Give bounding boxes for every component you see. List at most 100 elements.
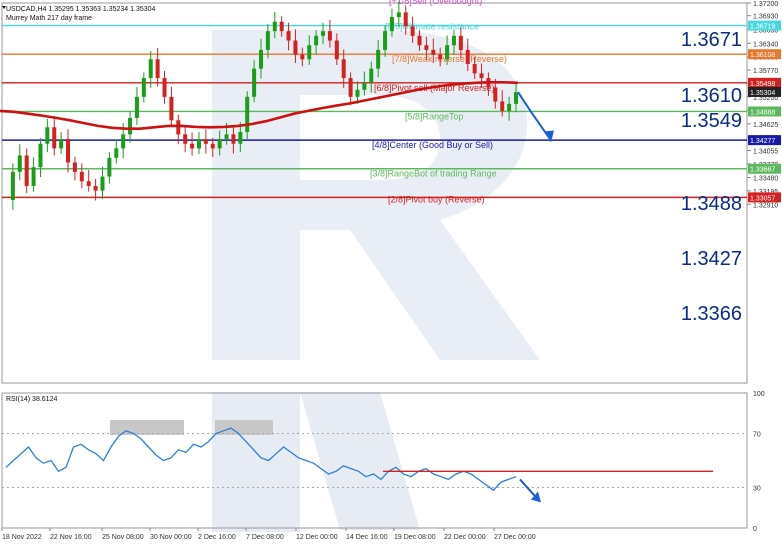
candle-body [59,139,64,149]
candle-body [24,155,29,186]
candle-body [162,78,167,97]
chart-svg: 1.372001.369301.366301.363401.360551.357… [0,0,781,541]
candle-body [362,82,367,90]
candle-body [217,139,222,149]
candle-body [514,92,518,104]
candle-body [507,103,512,111]
y-tick-label: 1.36930 [753,14,778,21]
overlay-level-2: 1.3610 [680,85,742,107]
candle-body [396,12,401,18]
candle-body [417,35,422,46]
candle-body [369,68,374,83]
candle-body [93,185,98,191]
murrey-top-label: [+1/8]Sell (Overbought) [389,0,482,6]
watermark-logo [300,392,420,530]
x-tick-label: 22 Dec 00:00 [444,534,486,541]
rsi-title: RSI(14) 38.6124 [6,396,57,403]
candle-body [293,40,298,55]
candle-body [238,132,243,144]
murrey-price-label: 1.33667 [750,167,775,174]
candle-body [190,143,195,149]
candle-body [203,139,208,144]
candle-body [389,17,394,32]
rsi-highlight-block [110,420,184,435]
x-tick-label: 25 Nov 08:00 [102,534,144,541]
murrey-level-label: [2/8]Pivot buy (Reverse) [388,194,485,204]
candle-body [72,162,77,172]
murrey-price-label: 1.34888 [750,109,775,116]
candle-body [31,167,36,186]
overlay-level-4: 1.3488 [680,193,742,215]
candle-body [155,59,160,79]
candle-body [403,12,408,27]
candle-body [355,89,360,97]
candle-body [231,134,236,144]
candle-body [17,155,22,172]
x-tick-label: 18 Nov 2022 [2,534,42,541]
x-tick-label: 30 Nov 00:00 [150,534,192,541]
candle-body [458,35,463,50]
candle-body [383,31,388,50]
candle-body [307,45,312,60]
candle-body [10,171,15,201]
y-tick-label: 1.33480 [753,176,778,183]
candle-body [121,134,126,149]
overlay-level-3: 1.3549 [680,110,742,132]
candle-body [148,59,153,79]
candle-body [259,49,263,69]
overlay-level-1: 1.3671 [680,29,742,51]
overlay-level-5: 1.3427 [680,248,742,270]
candle-body [493,87,498,102]
candle-body [314,35,319,46]
rsi-highlight-block [215,420,273,435]
candle-body [66,139,71,163]
candle-body [176,120,181,135]
candle-body [107,157,112,177]
watermark-logo [212,30,540,360]
rsi-tick-label: 0 [753,526,757,533]
candle-body [141,78,146,97]
candle-body [279,21,284,32]
candle-body [424,45,429,50]
current-price-label: 1.35304 [750,90,775,97]
murrey-price-label: 1.33057 [750,195,775,202]
x-tick-label: 12 Dec 00:00 [296,534,338,541]
candle-body [134,96,139,118]
candle-body [128,117,133,135]
x-tick-label: 14 Dec 16:00 [346,534,388,541]
candle-body [334,40,339,60]
candle-body [196,139,201,149]
y-tick-label: 1.34625 [753,122,778,129]
candle-body [445,45,450,60]
rsi-tick-label: 100 [753,391,765,398]
watermark-logo [212,392,300,532]
candle-body [114,148,119,158]
rsi-forecast-arrow [519,478,538,499]
candle-body [431,49,436,55]
candle-body [224,134,229,140]
candle-body [321,31,326,36]
x-tick-label: 2 Dec 16:00 [198,534,236,541]
candle-body [348,78,353,97]
candle-body [252,68,257,97]
candle-body [465,49,470,64]
murrey-level-label: [3/8]RangeBot of trading Range [370,169,497,179]
candle-body [86,181,91,186]
rsi-tick-label: 30 [753,486,761,493]
candle-body [79,171,84,182]
murrey-price-label: 1.35498 [750,81,775,88]
murrey-level-label: [4/8]Center (Good Buy or Sell) [372,140,493,150]
candle-body [272,21,277,32]
candle-body [500,101,505,111]
candle-body [376,49,381,69]
murrey-level-label: [7/8]Weak reverse (Reverse) [392,54,507,64]
candle-body [438,54,443,60]
candle-body [245,96,250,133]
candle-body [210,143,215,149]
candle-body [169,96,174,121]
candle-body [52,127,57,149]
candle-body [183,134,188,144]
y-tick-label: 1.36340 [753,41,778,48]
candle-body [38,143,43,168]
candle-body [472,63,477,74]
